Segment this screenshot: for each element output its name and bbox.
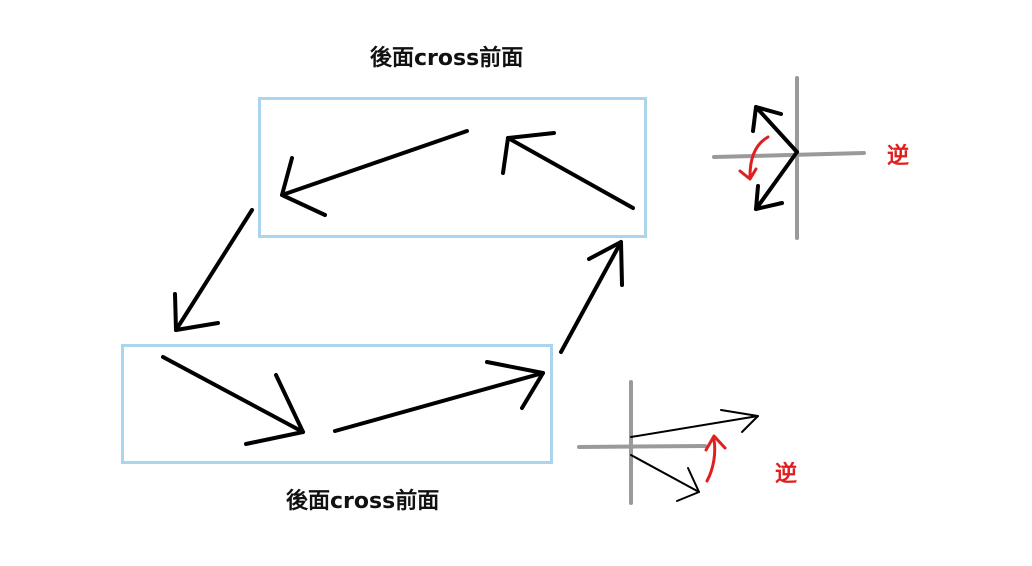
bottom-right-vectors bbox=[630, 409, 759, 502]
diagram-canvas: 後面cross前面 後面cross前面 逆 逆 bbox=[0, 0, 1032, 566]
arrow-bottom-right bbox=[333, 360, 545, 433]
arrow-layer bbox=[161, 76, 866, 505]
arrow-top-right bbox=[501, 131, 635, 210]
top-right-vectors bbox=[751, 105, 799, 211]
top-right-axes bbox=[712, 76, 866, 240]
arrow-top-left bbox=[280, 129, 469, 217]
arrow-left-down bbox=[173, 208, 254, 332]
arrow-right-up bbox=[559, 240, 624, 354]
arrow-bottom-left bbox=[161, 355, 305, 446]
counter-clockwise-arrow-icon bbox=[704, 434, 727, 483]
